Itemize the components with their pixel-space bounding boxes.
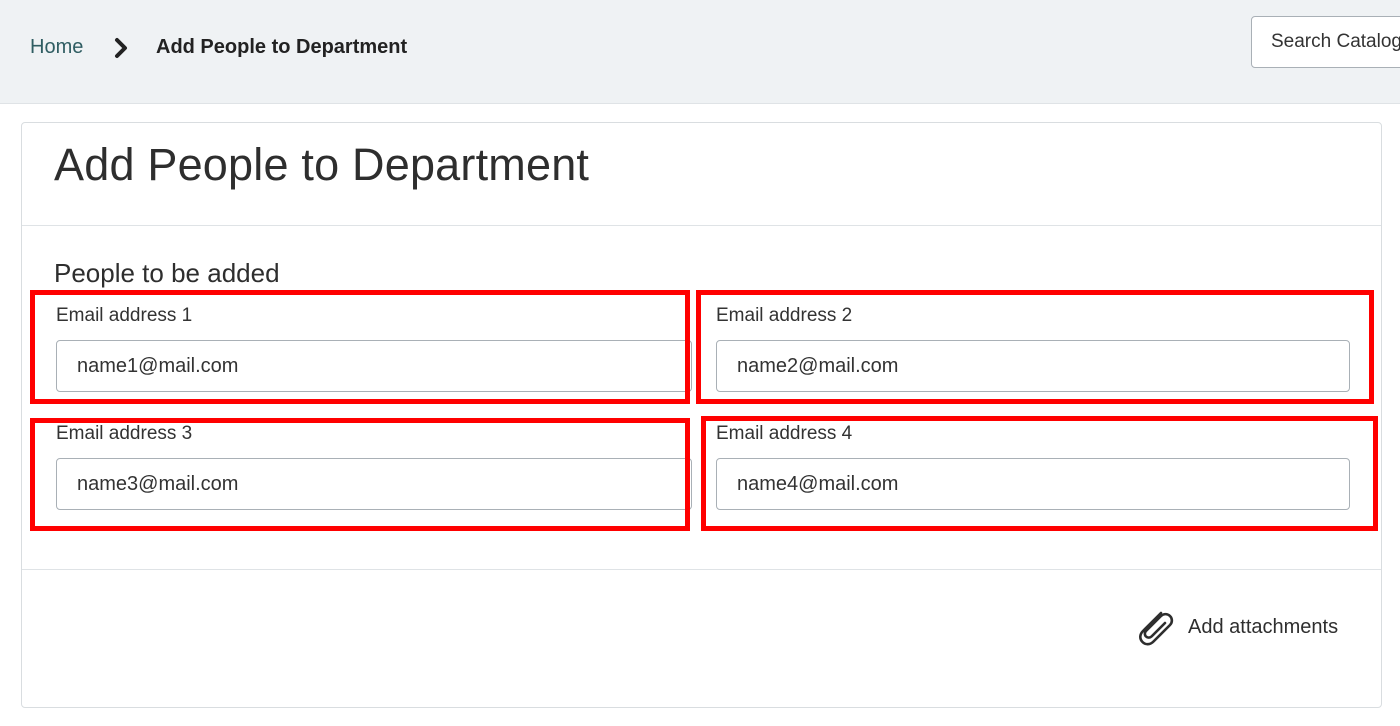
section-title: People to be added [54, 258, 280, 288]
email-3-field[interactable] [56, 458, 692, 510]
email-4-label: Email address 4 [716, 423, 853, 444]
breadcrumb-home-link[interactable]: Home [30, 36, 83, 59]
search-catalog-input[interactable] [1251, 16, 1400, 68]
email-1-field[interactable] [56, 340, 692, 392]
add-attachments-button[interactable]: Add attachments [1134, 607, 1338, 647]
email-1-label: Email address 1 [56, 305, 193, 326]
email-2-label: Email address 2 [716, 305, 853, 326]
email-4-field[interactable] [716, 458, 1350, 510]
chevron-right-icon [113, 36, 131, 60]
top-bar: Home Add People to Department [0, 0, 1400, 104]
email-3-label: Email address 3 [56, 423, 193, 444]
footer-divider [22, 569, 1381, 570]
add-attachments-label: Add attachments [1188, 615, 1339, 638]
email-2-field[interactable] [716, 340, 1350, 392]
form-card: Add People to Department People to be ad… [21, 122, 1382, 708]
paperclip-icon [1134, 607, 1176, 647]
header-divider [22, 225, 1381, 226]
breadcrumb-current: Add People to Department [156, 36, 408, 58]
page-title: Add People to Department [54, 139, 590, 190]
